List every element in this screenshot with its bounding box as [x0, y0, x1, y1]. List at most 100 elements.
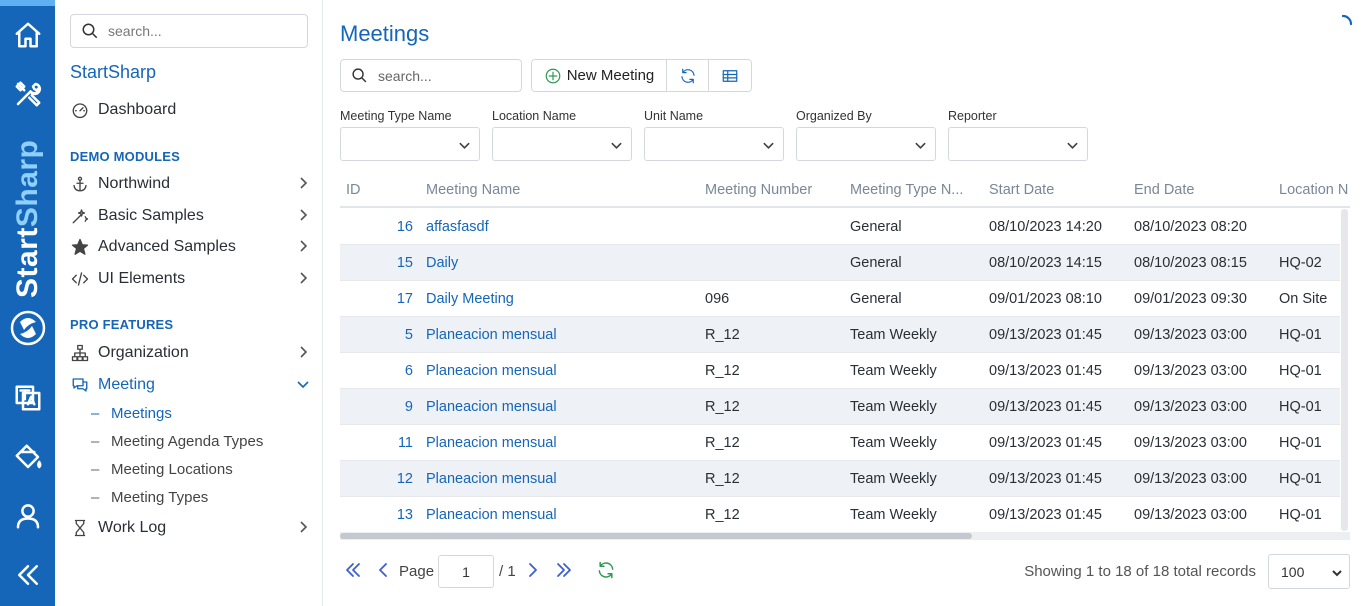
sidebar-subitem-meeting-agenda-types[interactable]: – Meeting Agenda Types: [91, 433, 263, 450]
cell-location: HQ-01: [1279, 471, 1322, 487]
main-content: Meetings New Meeting Meeting Type Name L…: [323, 0, 1366, 606]
chevron-right-icon: [296, 176, 310, 190]
table-row[interactable]: 17 Daily Meeting 096 General 09/01/2023 08:1…: [340, 281, 1340, 317]
filter-select[interactable]: [492, 127, 632, 161]
column-header-end-date[interactable]: End Date: [1134, 182, 1194, 198]
section-pro-features: PRO FEATURES: [70, 317, 174, 332]
new-meeting-button[interactable]: New Meeting: [532, 60, 667, 91]
page-size-select[interactable]: 100: [1268, 554, 1350, 589]
brand-part-start: Start: [11, 227, 44, 298]
double-chevron-right-icon: [557, 563, 571, 577]
sidebar-item-meeting[interactable]: Meeting: [70, 372, 310, 398]
cell-id: 13: [396, 507, 413, 523]
cell-start-date: 09/13/2023 01:45: [989, 327, 1102, 343]
sub-item-dash: –: [91, 433, 100, 450]
page-size-value: 100: [1281, 563, 1305, 580]
cell-meeting-number: R_12: [705, 435, 740, 451]
filter-select[interactable]: [948, 127, 1088, 161]
sidebar-subitem-meetings[interactable]: – Meetings: [91, 405, 172, 422]
filter-select[interactable]: [340, 127, 480, 161]
cell-meeting-name[interactable]: Planeacion mensual: [426, 399, 557, 415]
refresh-button[interactable]: [667, 60, 709, 91]
cell-id: 16: [396, 219, 413, 235]
cell-meeting-name[interactable]: Daily: [426, 255, 458, 271]
table-row[interactable]: 6 Planeacion mensual R_12 Team Weekly 09/13/…: [340, 353, 1340, 389]
cell-meeting-number: R_12: [705, 471, 740, 487]
sidebar-item-label: Basic Samples: [98, 207, 204, 224]
cell-end-date: 09/13/2023 03:00: [1134, 399, 1247, 415]
first-page-button[interactable]: [343, 560, 365, 582]
user-icon[interactable]: [12, 500, 44, 532]
tools-icon[interactable]: [12, 78, 44, 110]
table-row[interactable]: 5 Planeacion mensual R_12 Team Weekly 09/13/…: [340, 317, 1340, 353]
pager: Page / 1 Showing 1 to 18 of 18 total rec…: [340, 553, 1350, 589]
cell-meeting-type: General: [850, 255, 902, 271]
vertical-scrollbar[interactable]: [1341, 209, 1348, 531]
dashboard-icon: [70, 100, 90, 120]
refresh-icon: [598, 561, 614, 579]
sidebar-search-input[interactable]: [108, 23, 298, 39]
cell-meeting-number: R_12: [705, 363, 740, 379]
filter-select[interactable]: [644, 127, 784, 161]
cell-meeting-name[interactable]: affasfasdf: [426, 219, 489, 235]
next-page-button[interactable]: [523, 560, 545, 582]
prev-page-button[interactable]: [373, 560, 395, 582]
sub-item-dash: –: [91, 405, 100, 422]
cell-meeting-type: Team Weekly: [850, 471, 937, 487]
search-icon: [82, 23, 98, 39]
home-icon[interactable]: [12, 19, 44, 51]
sidebar-item-ui-elements[interactable]: UI Elements: [70, 266, 310, 292]
cell-start-date: 09/13/2023 01:45: [989, 363, 1102, 379]
table-row[interactable]: 13 Planeacion mensual R_12 Team Weekly 09/13…: [340, 497, 1340, 533]
cell-meeting-name[interactable]: Planeacion mensual: [426, 435, 557, 451]
paint-bucket-icon[interactable]: [12, 441, 44, 473]
cell-meeting-name[interactable]: Planeacion mensual: [426, 471, 557, 487]
sidebar-item-label: Work Log: [98, 519, 167, 536]
sidebar-item-label: Dashboard: [98, 101, 177, 118]
translate-icon[interactable]: [12, 382, 44, 414]
sidebar-item-label: Organization: [98, 344, 189, 361]
table-row[interactable]: 15 Daily General 08/10/2023 14:15 08/10/2023…: [340, 245, 1340, 281]
chevron-right-icon: [296, 239, 310, 253]
column-header-meeting-type[interactable]: Meeting Type N...: [850, 182, 975, 198]
sidebar-item-label: Meeting: [98, 376, 155, 393]
table-row[interactable]: 16 affasfasdf General 08/10/2023 14:20 08/10…: [340, 209, 1340, 245]
cell-meeting-name[interactable]: Daily Meeting: [426, 291, 514, 307]
table-row[interactable]: 11 Planeacion mensual R_12 Team Weekly 09/13…: [340, 425, 1340, 461]
column-header-location[interactable]: Location N: [1279, 182, 1348, 198]
collapse-icon[interactable]: [12, 559, 44, 591]
sidebar-item-northwind[interactable]: Northwind: [70, 171, 310, 197]
table-row[interactable]: 9 Planeacion mensual R_12 Team Weekly 09/13/…: [340, 389, 1340, 425]
sidebar-subitem-meeting-locations[interactable]: – Meeting Locations: [91, 461, 233, 478]
sidebar-item-dashboard[interactable]: Dashboard: [70, 97, 310, 123]
scrollbar-thumb[interactable]: [340, 533, 972, 539]
cell-meeting-type: Team Weekly: [850, 363, 937, 379]
sidebar-item-basic-samples[interactable]: Basic Samples: [70, 203, 310, 229]
cell-meeting-number: R_12: [705, 399, 740, 415]
column-header-start-date[interactable]: Start Date: [989, 182, 1054, 198]
sidebar-item-advanced-samples[interactable]: Advanced Samples: [70, 234, 310, 260]
pager-refresh-button[interactable]: [596, 560, 618, 582]
horizontal-scrollbar[interactable]: [340, 532, 1350, 540]
sub-item-label: Meeting Locations: [111, 461, 233, 478]
column-header-id[interactable]: ID: [346, 182, 361, 198]
column-header-meeting-name[interactable]: Meeting Name: [426, 182, 520, 198]
cell-meeting-name[interactable]: Planeacion mensual: [426, 327, 557, 343]
cell-start-date: 08/10/2023 14:15: [989, 255, 1102, 271]
filter-label: Location Name: [492, 109, 577, 123]
column-header-meeting-number[interactable]: Meeting Number: [705, 182, 812, 198]
sidebar-item-organization[interactable]: Organization: [70, 340, 310, 366]
sidebar-item-work-log[interactable]: Work Log: [70, 515, 310, 541]
page-number-input[interactable]: [438, 555, 494, 588]
column-picker-button[interactable]: [709, 60, 751, 91]
cell-id: 17: [396, 291, 413, 307]
cell-meeting-name[interactable]: Planeacion mensual: [426, 507, 557, 523]
app-name[interactable]: StartSharp: [70, 62, 156, 83]
cell-meeting-name[interactable]: Planeacion mensual: [426, 363, 557, 379]
cell-meeting-type: General: [850, 219, 902, 235]
grid-search-input[interactable]: [378, 67, 518, 84]
filter-select[interactable]: [796, 127, 936, 161]
table-row[interactable]: 12 Planeacion mensual R_12 Team Weekly 09/13…: [340, 461, 1340, 497]
sidebar-subitem-meeting-types[interactable]: – Meeting Types: [91, 489, 208, 506]
last-page-button[interactable]: [554, 560, 576, 582]
